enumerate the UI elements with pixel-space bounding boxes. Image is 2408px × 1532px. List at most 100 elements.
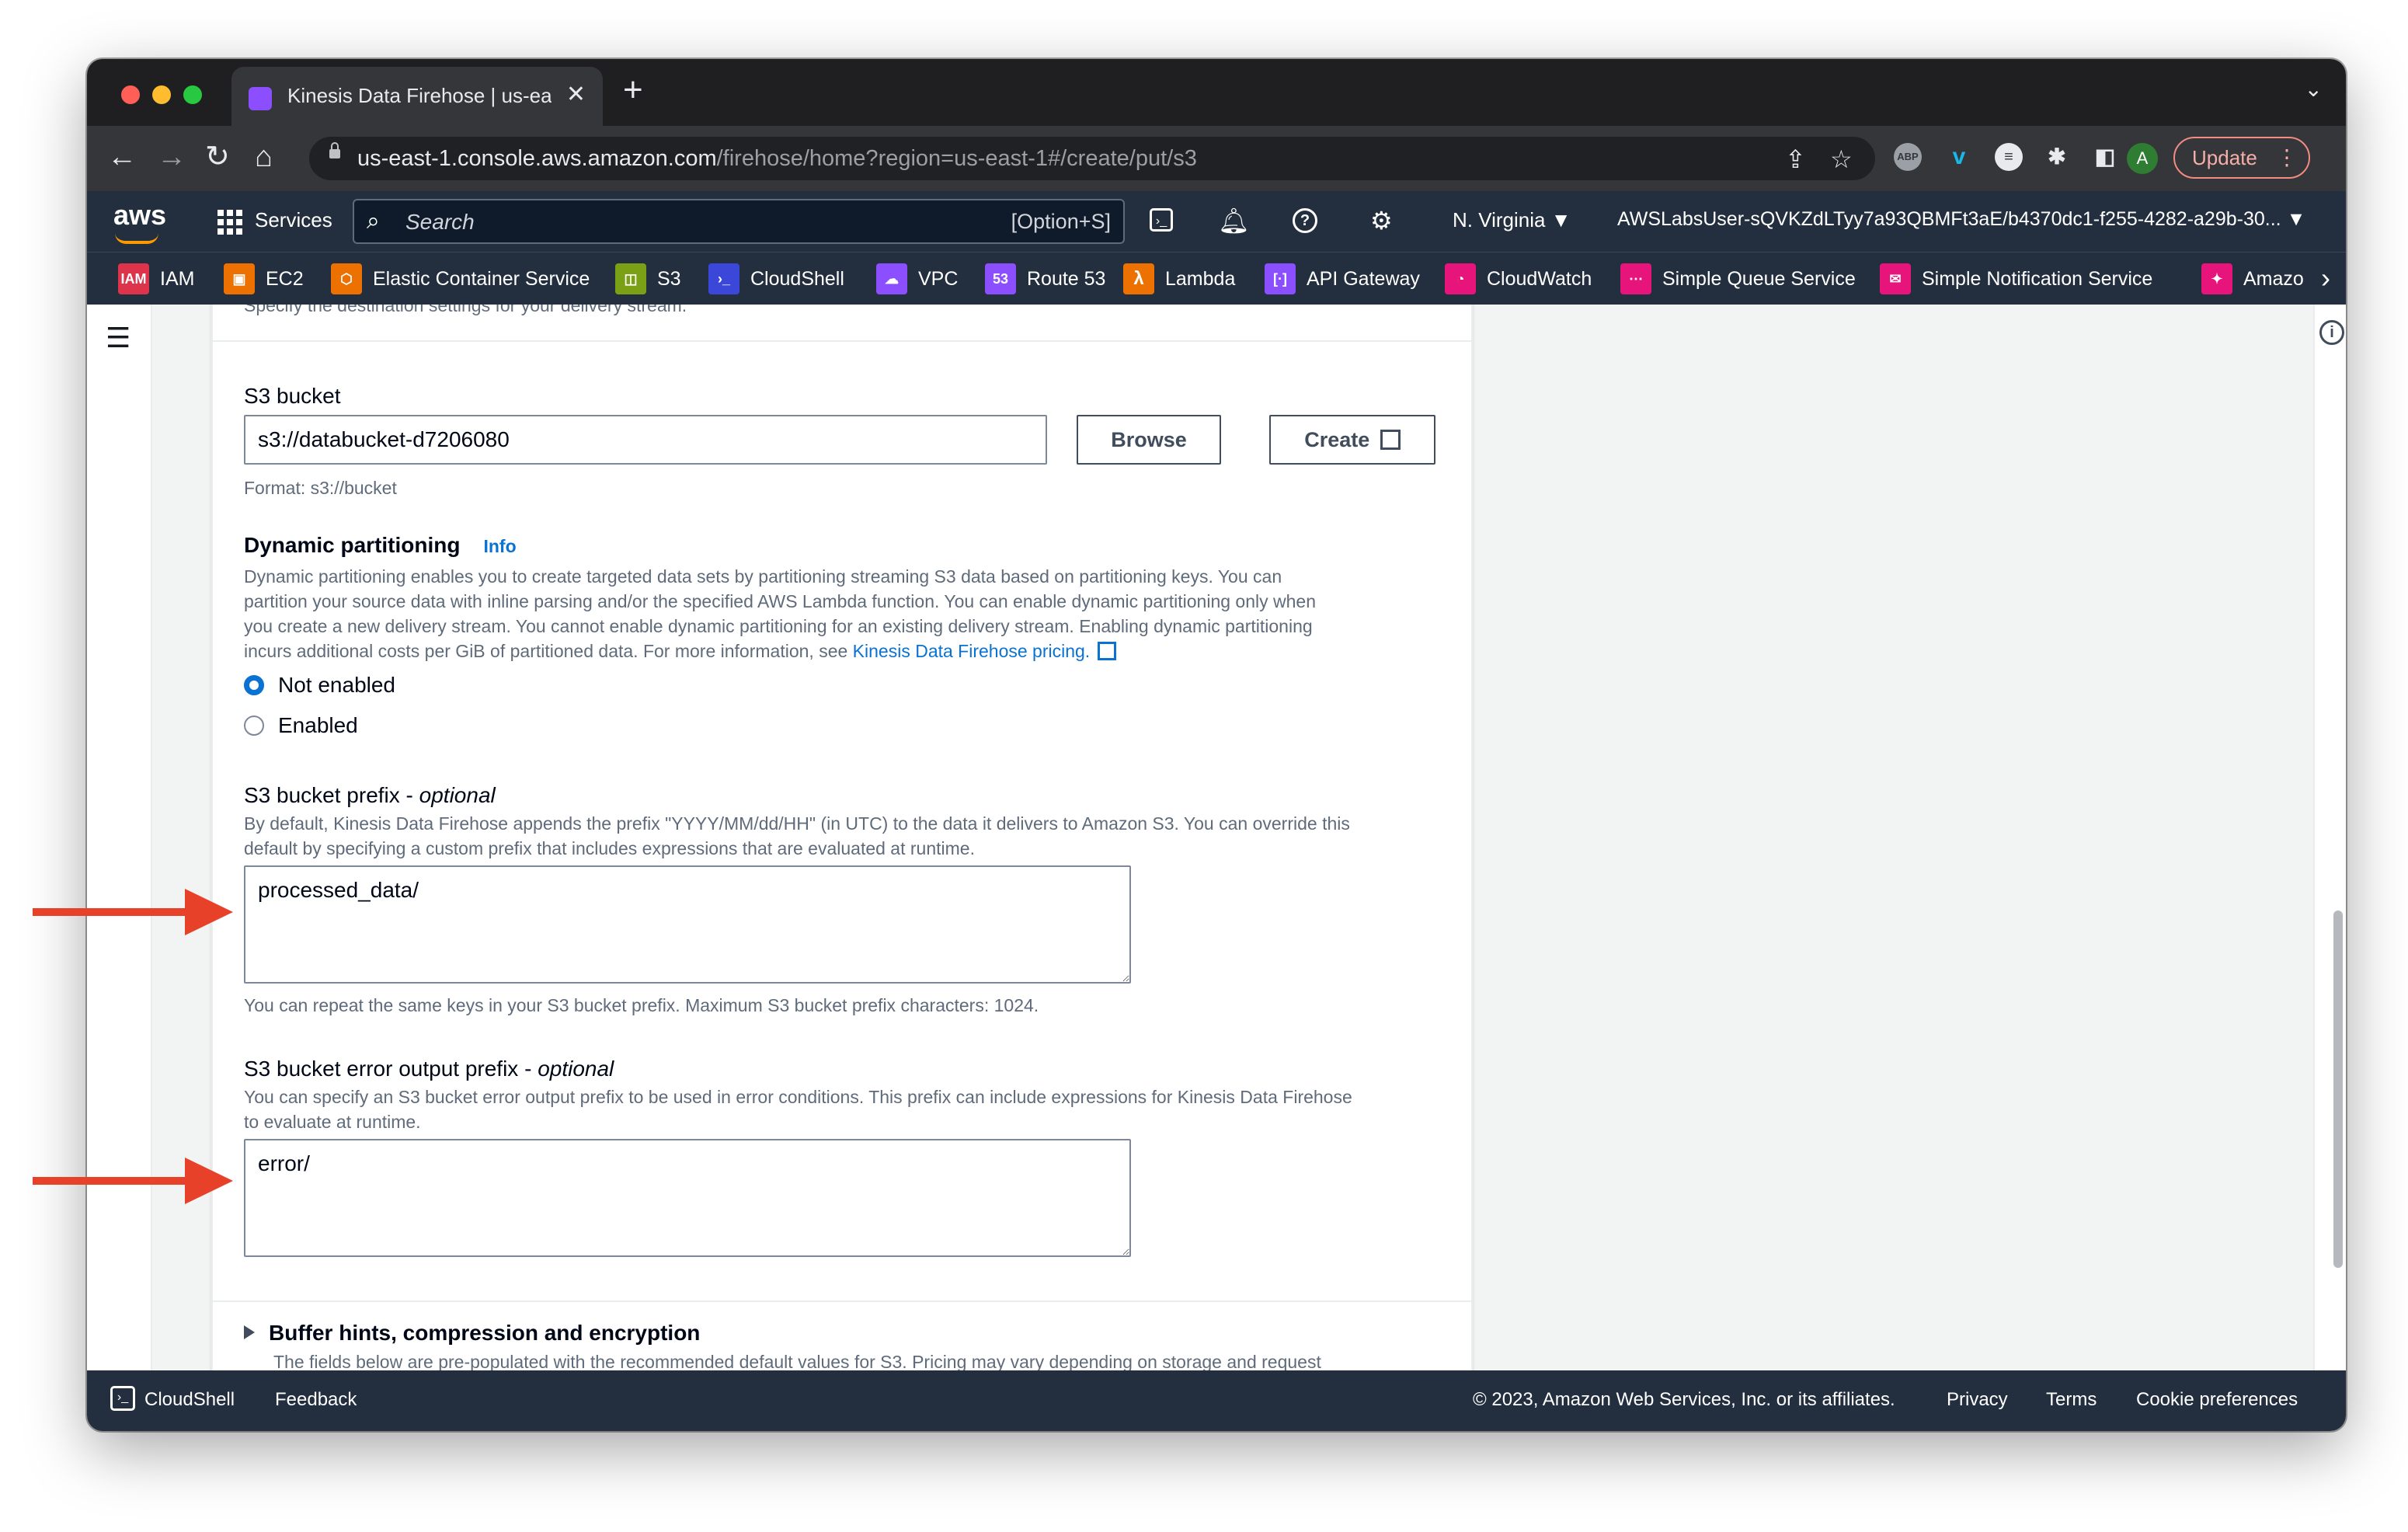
menu-hamburger-icon[interactable]: ☰ [106,322,130,354]
minimize-window-button[interactable] [152,85,171,104]
favorite-route53[interactable]: 53 Route 53 [985,263,1105,294]
close-window-button[interactable] [121,85,140,104]
share-icon[interactable]: ⇪ [1785,144,1806,174]
help-icon[interactable]: ? [1293,208,1317,233]
s3-bucket-input[interactable] [244,415,1047,465]
bookmark-star-icon[interactable]: ☆ [1830,144,1853,174]
browser-toolbar: ← → ↻ ⌂ us-east-1.console.aws.amazon.com… [87,126,2346,191]
favorite-ec2[interactable]: ▣ EC2 [224,263,304,294]
footer-feedback-link[interactable]: Feedback [275,1389,357,1411]
dynamic-partitioning-label: Dynamic partitioning [244,533,461,557]
cloudshell-footer-icon[interactable]: ›_ [110,1386,135,1411]
favorite-label: Route 53 [1027,267,1106,290]
favorite-label: API Gateway [1307,267,1420,290]
s3-bucket-prefix-description: By default, Kinesis Data Firehose append… [244,811,1456,861]
new-tab-button[interactable]: + [623,73,643,107]
address-bar[interactable]: us-east-1.console.aws.amazon.com/firehos… [309,137,1875,180]
tab-search-chevron-icon[interactable]: ⌄ [2305,76,2323,102]
services-grid-icon[interactable] [217,210,242,235]
search-icon: ⌕ [367,208,380,234]
media-extension-icon[interactable]: ≡ [1995,143,2023,171]
vimeo-extension-icon[interactable]: v [1945,143,1973,171]
reload-icon[interactable]: ↻ [205,141,230,172]
create-label: Create [1304,428,1370,451]
favorite-s3[interactable]: ◫ S3 [615,263,681,294]
profile-avatar[interactable]: A [2127,143,2158,174]
radio-label: Not enabled [278,673,396,697]
favorite-cloudshell[interactable]: ›_ CloudShell [708,263,844,294]
side-panel-icon[interactable]: ◧ [2091,143,2119,171]
services-menu[interactable]: Services [255,208,332,232]
settings-gear-icon[interactable]: ⚙ [1370,207,1393,235]
favorite-label: EC2 [266,267,304,290]
favorite-lambda[interactable]: λ Lambda [1123,263,1235,294]
dynamic-partitioning-heading: Dynamic partitioning Info [244,533,517,558]
s3-bucket-prefix-textarea[interactable] [244,865,1131,984]
radio-selected-icon[interactable] [244,675,264,695]
radio-not-enabled[interactable]: Not enabled [244,673,395,698]
dynamic-partitioning-info-link[interactable]: Info [483,536,516,556]
close-tab-icon[interactable]: ✕ [566,81,586,108]
footer-privacy-link[interactable]: Privacy [1947,1389,2008,1411]
account-menu[interactable]: AWSLabsUser-sQVKZdLTyy7a93QBMFt3aE/b4370… [1617,208,2305,231]
divider [213,1300,1471,1302]
adblock-extension-icon[interactable]: ABP [1894,143,1922,171]
description-line: partition your source data with inline p… [244,591,1316,611]
back-arrow-icon[interactable]: ← [107,141,137,172]
notifications-bell-icon[interactable]: 🔔︎ [1218,207,1250,235]
buffer-hints-expander[interactable]: Buffer hints, compression and encryption [244,1321,700,1346]
create-bucket-button[interactable]: Create [1269,415,1435,465]
home-icon[interactable]: ⌂ [255,141,273,172]
description-line: you create a new delivery stream. You ca… [244,616,1313,636]
update-label: Update [2192,146,2257,169]
external-link-icon[interactable] [1098,642,1117,660]
s3-bucket-prefix-label: S3 bucket prefix - optional [244,783,496,808]
favorite-sns[interactable]: ✉ Simple Notification Service [1880,263,2152,294]
description-line: You can specify an S3 bucket error outpu… [244,1087,1352,1107]
browse-button[interactable]: Browse [1077,415,1221,465]
chevron-right-icon[interactable]: › [2321,262,2330,294]
radio-enabled[interactable]: Enabled [244,713,358,738]
favorite-truncated[interactable]: ✦ Amazo [2201,263,2310,294]
optional-tag: optional [538,1057,614,1081]
footer-terms-link[interactable]: Terms [2046,1389,2097,1411]
cloudshell-icon[interactable]: ›_ [1150,208,1173,232]
route53-shield-icon: 53 [985,263,1016,294]
destination-settings-panel: Specify the destination settings for you… [211,305,1473,1370]
favorite-iam[interactable]: IAM IAM [118,263,194,294]
radio-unselected-icon[interactable] [244,716,264,736]
search-shortcut-hint: [Option+S] [1011,210,1111,233]
kebab-menu-icon[interactable]: ⋮ [2276,138,2298,177]
footer-cookie-preferences-link[interactable]: Cookie preferences [2136,1389,2298,1411]
browser-tab[interactable]: Kinesis Data Firehose | us-east-1 ✕ [231,67,603,126]
scrollbar-thumb[interactable] [2333,910,2343,1268]
favorite-label: IAM [160,267,195,290]
favorite-api-gateway[interactable]: [·] API Gateway [1265,263,1420,294]
extensions-puzzle-icon[interactable]: ✱ [2043,143,2071,171]
info-icon[interactable]: i [2319,320,2344,345]
annotation-arrow-prefix-icon [33,889,233,935]
lambda-icon: λ [1123,263,1154,294]
region-selector[interactable]: N. Virginia ▼ [1453,208,1571,232]
error-output-prefix-textarea[interactable] [244,1139,1131,1257]
console-search[interactable]: ⌕ [Option+S] [353,199,1125,244]
url-text[interactable]: us-east-1.console.aws.amazon.com/firehos… [357,146,1197,172]
s3-bucket-icon: ◫ [615,263,646,294]
forward-arrow-icon[interactable]: → [157,141,186,172]
s3-bucket-label: S3 bucket [244,384,341,408]
favorite-ecs[interactable]: ⬡ Elastic Container Service [331,263,590,294]
region-caret-icon: ▼ [1550,208,1571,232]
update-button[interactable]: Update ⋮ [2173,137,2310,179]
api-gateway-icon: [·] [1265,263,1296,294]
aws-logo[interactable]: aws [113,199,166,232]
description-line: default by specifying a custom prefix th… [244,838,975,858]
favorite-sqs[interactable]: ⋯ Simple Queue Service [1620,263,1856,294]
zoom-window-button[interactable] [183,85,202,104]
favorite-label: Amazo [2243,267,2304,290]
search-input[interactable] [404,208,966,236]
favorite-vpc[interactable]: ☁ VPC [876,263,958,294]
footer-cloudshell-link[interactable]: CloudShell [144,1389,235,1411]
ec2-service-icon: ▣ [224,263,255,294]
firehose-pricing-link[interactable]: Kinesis Data Firehose pricing. [853,641,1091,661]
favorite-cloudwatch[interactable]: ◔ CloudWatch [1445,263,1592,294]
